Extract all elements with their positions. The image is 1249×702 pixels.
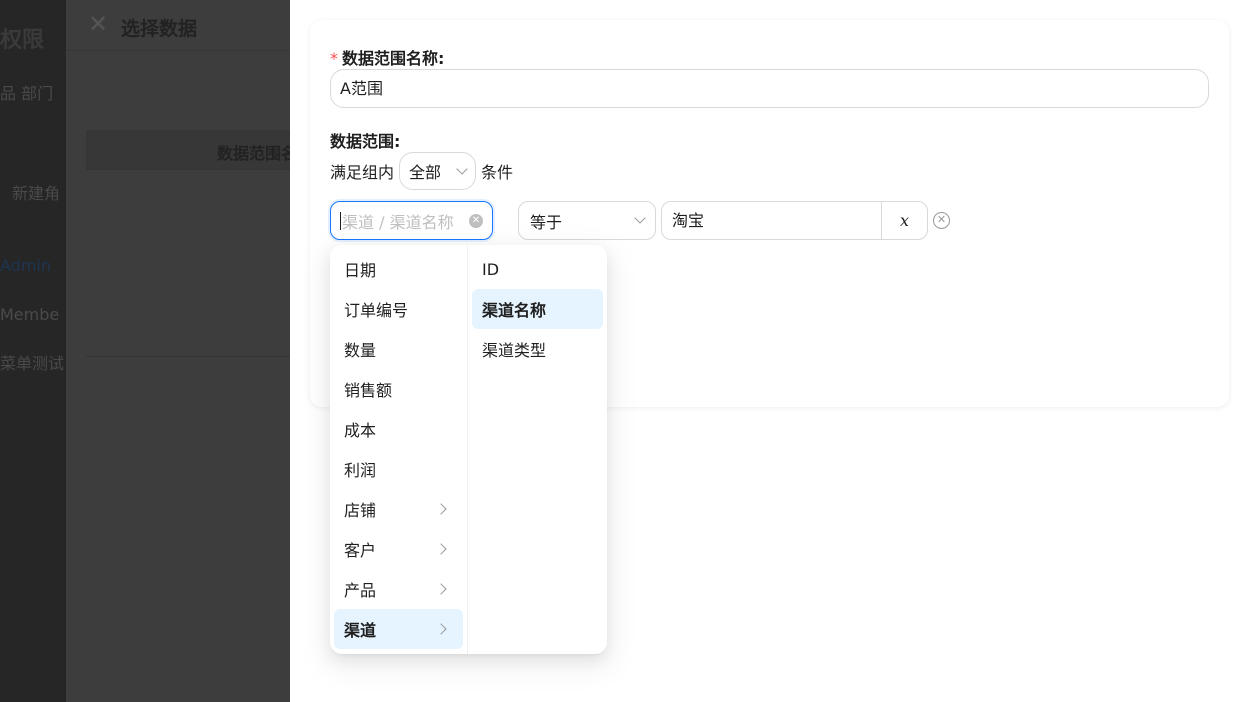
variable-mode-button[interactable]: x bbox=[882, 202, 927, 239]
cascader-option-product[interactable]: 产品 bbox=[334, 569, 463, 609]
cascader-option-channel-id[interactable]: ID bbox=[472, 249, 603, 289]
cascader-option-channel-type[interactable]: 渠道类型 bbox=[472, 329, 603, 369]
value-input-group: 淘宝 x bbox=[661, 201, 928, 240]
cond-suffix: 条件 bbox=[481, 163, 514, 182]
condition-row: 满足组内 全部 条件 bbox=[330, 152, 513, 190]
cascader-option-order-no[interactable]: 订单编号 bbox=[334, 289, 463, 329]
cascader-option-customer[interactable]: 客户 bbox=[334, 529, 463, 569]
chevron-down-icon bbox=[456, 162, 468, 175]
cascader-option-channel[interactable]: 渠道 bbox=[334, 609, 463, 649]
required-mark: * bbox=[330, 49, 338, 68]
cascader-option-sales[interactable]: 销售额 bbox=[334, 369, 463, 409]
drawer-title: 选择数据 bbox=[121, 18, 198, 40]
chevron-right-icon bbox=[435, 543, 447, 555]
divider bbox=[86, 356, 290, 357]
page-title: 权限 bbox=[0, 28, 45, 53]
select-data-drawer: ✕ 选择数据 数据范围名 bbox=[66, 0, 290, 702]
match-mode-value: 全部 bbox=[409, 163, 442, 182]
cascader-option-profit[interactable]: 利润 bbox=[334, 449, 463, 489]
cond-prefix: 满足组内 bbox=[330, 163, 395, 182]
field-placeholder: 渠道 / 渠道名称 bbox=[342, 212, 454, 232]
role-row-admin: Admin bbox=[0, 256, 51, 275]
value-input[interactable]: 淘宝 bbox=[662, 202, 882, 239]
chevron-right-icon bbox=[435, 623, 447, 635]
range-name-label: * 数据范围名称: bbox=[330, 49, 445, 68]
cascader-option-date[interactable]: 日期 bbox=[334, 249, 463, 289]
cascader-level1: 日期 订单编号 数量 销售额 成本 利润 店铺 客户 产品 渠道 bbox=[330, 245, 468, 654]
cascader-option-shop[interactable]: 店铺 bbox=[334, 489, 463, 529]
drawer-header: ✕ 选择数据 bbox=[66, 0, 290, 51]
role-row-menu-test: 菜单测试 bbox=[0, 354, 65, 373]
column-header-range: 数据范围名 bbox=[217, 144, 290, 163]
chevron-right-icon bbox=[435, 583, 447, 595]
field-cascader-dropdown: 日期 订单编号 数量 销售额 成本 利润 店铺 客户 产品 渠道 ID 渠道名称… bbox=[330, 245, 607, 654]
operator-select[interactable]: 等于 bbox=[518, 201, 656, 240]
role-row-member: Membe bbox=[0, 305, 60, 324]
chevron-down-icon bbox=[634, 212, 646, 224]
cascader-option-channel-name[interactable]: 渠道名称 bbox=[472, 289, 603, 329]
match-mode-select[interactable]: 全部 bbox=[399, 152, 477, 190]
range-name-input[interactable]: A范围 bbox=[330, 69, 1209, 108]
background-page: 权限 品 部门 新建角 Admin Membe 菜单测试 bbox=[0, 0, 66, 702]
operator-value: 等于 bbox=[530, 212, 563, 232]
field-cascader-input[interactable]: 渠道 / 渠道名称 ✕ bbox=[330, 201, 493, 240]
page-tabs: 品 部门 bbox=[0, 84, 54, 103]
chevron-right-icon bbox=[435, 503, 447, 515]
close-icon[interactable]: ✕ bbox=[88, 12, 108, 36]
new-role-button: 新建角 bbox=[12, 184, 61, 203]
table-header: 数据范围名 bbox=[86, 130, 290, 170]
cascader-option-cost[interactable]: 成本 bbox=[334, 409, 463, 449]
clear-icon[interactable]: ✕ bbox=[469, 213, 483, 228]
range-label: 数据范围: bbox=[330, 132, 401, 151]
cascader-option-quantity[interactable]: 数量 bbox=[334, 329, 463, 369]
cascader-level2: ID 渠道名称 渠道类型 bbox=[468, 245, 607, 654]
text-caret bbox=[340, 211, 341, 230]
remove-condition-icon[interactable]: ✕ bbox=[933, 212, 950, 229]
